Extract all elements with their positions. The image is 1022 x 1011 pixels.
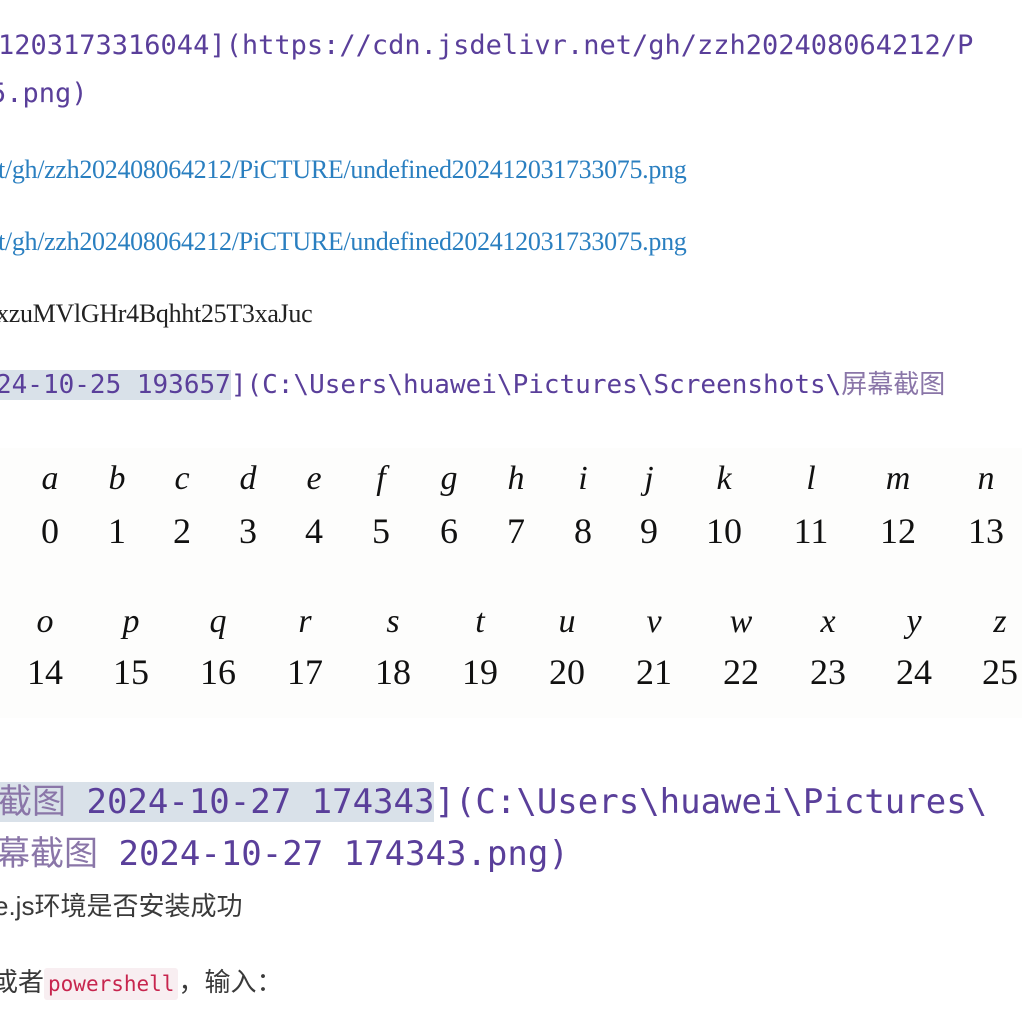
number-label: 4 xyxy=(305,511,323,551)
letter-label: a xyxy=(41,460,59,497)
letter-label: b xyxy=(108,460,126,497)
letter-label: v xyxy=(646,603,662,640)
number-label: 13 xyxy=(968,511,1004,551)
number-label: 2 xyxy=(173,511,191,551)
number-label: 3 xyxy=(239,511,257,551)
letter-label: y xyxy=(906,603,922,640)
number-label: 9 xyxy=(640,511,658,551)
number-label: 16 xyxy=(200,652,236,692)
image-url-link[interactable]: t/gh/zzh202408064212/PiCTURE/undefined20… xyxy=(0,155,687,185)
letter-label: o xyxy=(36,603,54,640)
letter-label: e xyxy=(306,460,322,497)
number-label: 5 xyxy=(372,511,390,551)
number-label: 10 xyxy=(706,511,742,551)
alt-cjk: 截图 xyxy=(0,782,66,822)
markdown-image-source-line[interactable]: 截图 2024-10-27 174343](C:\Users\huawei\Pi… xyxy=(0,774,987,823)
letter-label: u xyxy=(558,603,576,640)
number-label: 21 xyxy=(636,652,672,692)
text-pre: 或者 xyxy=(0,967,45,997)
letter-label: h xyxy=(507,460,525,497)
letter-label: t xyxy=(475,603,485,640)
markdown-image-source-end[interactable]: 幕截图 2024-10-27 174343.png) xyxy=(0,826,569,875)
number-label: 25 xyxy=(982,652,1018,692)
letter-label: q xyxy=(209,603,227,640)
letter-label: c xyxy=(174,460,190,497)
number-label: 1 xyxy=(108,511,126,551)
selected-alt-text: 24-10-25 193657 xyxy=(0,370,231,400)
number-label: 7 xyxy=(507,511,525,551)
letter-label: i xyxy=(578,460,588,497)
alphabet-number-image: a 0 b 1 c 2 d 3 e 4 f 5 g 6 h 7 i 8 j 9 k 10 l 11 m 12 n 13 o 14 p 15 q 1… xyxy=(0,448,1022,718)
image-url-link[interactable]: t/gh/zzh202408064212/PiCTURE/undefined20… xyxy=(0,227,687,257)
letter-label: z xyxy=(993,603,1007,640)
number-label: 18 xyxy=(375,652,411,692)
alt-date: 2024-10-27 174343 xyxy=(66,782,435,822)
number-label: 19 xyxy=(462,652,498,692)
letter-label: w xyxy=(729,603,753,640)
number-label: 8 xyxy=(574,511,592,551)
image-path: ](C:\Users\huawei\Pictures\Screenshots\ xyxy=(230,370,842,400)
number-label: 14 xyxy=(27,652,63,692)
number-label: 15 xyxy=(113,652,149,692)
markdown-image-source-line[interactable]: 24-10-25 193657](C:\Users\huawei\Picture… xyxy=(0,364,945,401)
letter-label: s xyxy=(386,603,400,640)
paragraph-text: 或者 powershell ，输入： xyxy=(0,962,283,1000)
number-label: 20 xyxy=(549,652,585,692)
letter-label: g xyxy=(440,460,458,497)
letter-label: l xyxy=(806,460,816,497)
number-label: 0 xyxy=(41,511,59,551)
letter-label: p xyxy=(122,603,140,640)
number-label: 23 xyxy=(810,652,846,692)
letter-label: n xyxy=(977,460,995,497)
image-path-cjk: 屏幕截图 xyxy=(841,370,946,400)
path-end: 2024-10-27 174343.png) xyxy=(98,834,569,874)
image-path: ](C:\Users\huawei\Pictures\ xyxy=(434,782,988,822)
letter-label: x xyxy=(820,603,836,640)
number-label: 11 xyxy=(793,511,829,551)
letter-label: j xyxy=(644,460,654,497)
inline-code: powershell xyxy=(44,968,179,1000)
letter-label: k xyxy=(716,460,732,497)
paragraph-text: e.js环境是否安装成功 xyxy=(0,891,243,921)
token-text: xzuMVlGHr4Bqhht25T3xaJuc xyxy=(0,299,313,328)
text-post: ，输入： xyxy=(178,967,283,997)
letter-label: r xyxy=(298,603,312,640)
number-label: 12 xyxy=(880,511,916,551)
letter-label: m xyxy=(885,460,911,497)
markdown-image-link-line[interactable]: 1203173316044](https://cdn.jsdelivr.net/… xyxy=(0,30,973,61)
selected-alt-text: 截图 2024-10-27 174343 xyxy=(0,782,435,822)
path-cjk: 幕截图 xyxy=(0,834,98,874)
number-label: 17 xyxy=(287,652,323,692)
number-label: 6 xyxy=(440,511,458,551)
markdown-image-link-end[interactable]: 5.png) xyxy=(0,78,88,109)
number-label: 22 xyxy=(723,652,759,692)
letter-label: d xyxy=(239,460,257,497)
letter-label: f xyxy=(376,460,386,497)
number-label: 24 xyxy=(896,652,932,692)
